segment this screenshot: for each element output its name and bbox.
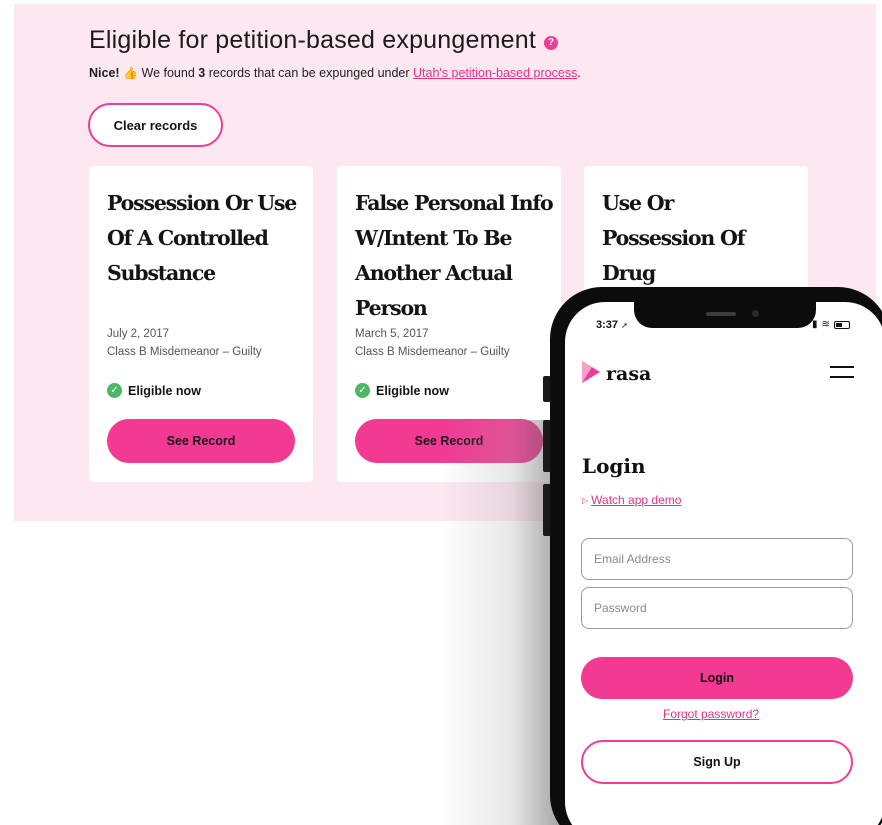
record-date: July 2, 2017 — [107, 328, 170, 340]
summary-period: . — [577, 66, 581, 80]
record-card: Possession Or Use Of A Controlled Substa… — [89, 166, 313, 482]
watch-demo-link[interactable]: ▷ Watch app demo — [582, 493, 681, 507]
battery-icon — [833, 320, 850, 329]
record-title: False Personal Info W/Intent To Be Anoth… — [355, 191, 554, 320]
nice-label: Nice! — [89, 66, 120, 80]
record-date: March 5, 2017 — [355, 328, 429, 340]
signal-icon: ▮ — [812, 319, 818, 330]
speaker-icon — [706, 312, 736, 316]
record-class: Class B Misdemeanor – Guilty — [355, 346, 510, 358]
help-icon[interactable]: ? — [543, 35, 558, 50]
see-record-button[interactable]: See Record — [107, 419, 295, 463]
eligibility-status: ✓ Eligible now — [355, 383, 449, 398]
menu-icon[interactable] — [830, 366, 854, 378]
location-arrow-icon: ➚ — [621, 321, 628, 330]
forgot-password-link[interactable]: Forgot password? — [663, 707, 759, 721]
login-heading: Login — [582, 454, 646, 478]
brand-name: rasa — [606, 363, 652, 385]
record-class: Class B Misdemeanor – Guilty — [107, 346, 262, 358]
login-button[interactable]: Login — [581, 657, 853, 699]
status-time-text: 3:37 — [596, 319, 619, 331]
summary-text-after: records that can be expunged under — [208, 66, 410, 80]
section-title: Eligible for petition-based expungement … — [89, 26, 558, 55]
status-time: 3:37 ➚ — [596, 319, 628, 331]
status-icons: ▮ ≋ — [812, 319, 850, 330]
sign-up-button[interactable]: Sign Up — [581, 740, 853, 784]
result-summary: Nice! 👍 We found 3 records that can be e… — [89, 66, 581, 80]
eligibility-label: Eligible now — [128, 383, 201, 398]
rasa-logo[interactable]: rasa — [582, 359, 651, 385]
eligibility-label: Eligible now — [376, 383, 449, 398]
check-circle-icon: ✓ — [107, 383, 122, 398]
camera-icon — [752, 310, 759, 317]
thumbs-up-icon: 👍 — [123, 66, 139, 80]
record-title: Possession Or Use Of A Controlled Substa… — [107, 191, 297, 285]
check-circle-icon: ✓ — [355, 383, 370, 398]
record-count: 3 — [198, 66, 206, 80]
wifi-icon: ≋ — [821, 319, 830, 330]
record-title: Use Or Possession Of Drug — [602, 191, 746, 285]
email-field[interactable] — [581, 538, 853, 580]
phone-shadow — [440, 420, 560, 825]
utah-process-link[interactable]: Utah's petition-based process — [413, 66, 577, 80]
rasa-logo-icon — [582, 361, 600, 383]
summary-text-before: We found — [141, 66, 195, 80]
watch-demo-label: Watch app demo — [591, 493, 682, 507]
password-field[interactable] — [581, 587, 853, 629]
clear-records-button[interactable]: Clear records — [88, 103, 223, 147]
eligibility-status: ✓ Eligible now — [107, 383, 201, 398]
section-title-text: Eligible for petition-based expungement — [89, 26, 536, 54]
play-icon: ▷ — [582, 495, 589, 505]
